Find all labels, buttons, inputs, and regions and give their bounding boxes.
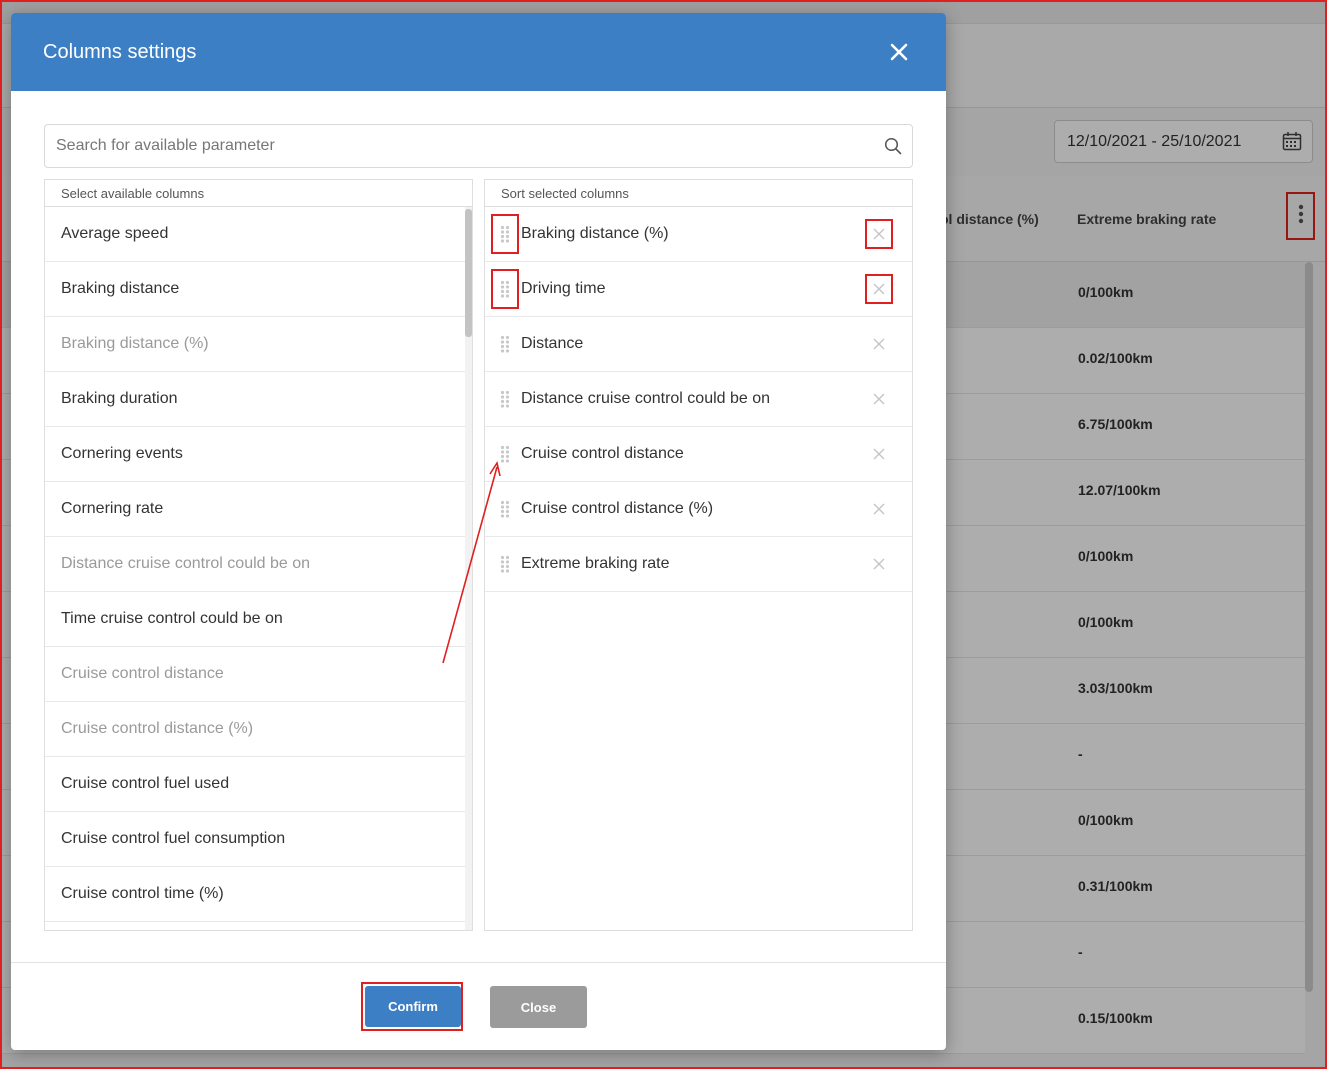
selected-column-item[interactable]: Driving time bbox=[485, 262, 912, 317]
remove-column-icon[interactable] bbox=[865, 549, 893, 579]
selected-columns-panel: Sort selected columns Braking distance (… bbox=[484, 179, 913, 931]
selected-column-label: Distance cruise control could be on bbox=[521, 390, 771, 407]
selected-column-item[interactable]: Distance bbox=[485, 317, 912, 372]
confirm-highlight: Confirm bbox=[361, 982, 463, 1031]
confirm-button[interactable]: Confirm bbox=[365, 986, 461, 1027]
selected-column-label: Extreme braking rate bbox=[521, 555, 670, 572]
selected-column-item[interactable]: Cruise control distance bbox=[485, 427, 912, 482]
columns-settings-dialog: Columns settings Select available column… bbox=[11, 13, 946, 1050]
selected-column-label: Driving time bbox=[521, 280, 606, 297]
available-column-item[interactable]: Braking duration bbox=[45, 372, 465, 427]
drag-handle-icon[interactable] bbox=[491, 434, 519, 474]
available-column-item[interactable]: Braking distance bbox=[45, 262, 465, 317]
available-column-item[interactable]: Time cruise control could be on bbox=[45, 592, 465, 647]
drag-handle-icon[interactable] bbox=[491, 379, 519, 419]
available-columns-header: Select available columns bbox=[45, 180, 472, 207]
drag-handle-icon[interactable] bbox=[491, 489, 519, 529]
selected-column-label: Distance bbox=[521, 335, 584, 352]
selected-column-item[interactable]: Cruise control distance (%) bbox=[485, 482, 912, 537]
available-column-item[interactable] bbox=[45, 922, 465, 930]
drag-handle-icon[interactable] bbox=[491, 544, 519, 584]
selected-column-label: Cruise control distance bbox=[521, 445, 684, 462]
selected-column-label: Cruise control distance (%) bbox=[521, 500, 714, 517]
dialog-title: Columns settings bbox=[43, 41, 197, 63]
available-column-item[interactable]: Braking distance (%) bbox=[45, 317, 465, 372]
available-column-item[interactable]: Cornering rate bbox=[45, 482, 465, 537]
footer-divider bbox=[11, 962, 946, 963]
search-icon[interactable] bbox=[884, 137, 902, 160]
available-column-item[interactable]: Cruise control fuel consumption bbox=[45, 812, 465, 867]
selected-column-item[interactable]: Distance cruise control could be on bbox=[485, 372, 912, 427]
remove-column-icon[interactable] bbox=[865, 494, 893, 524]
available-columns-panel: Select available columns Average speed Br… bbox=[44, 179, 473, 931]
remove-column-icon[interactable] bbox=[865, 329, 893, 359]
remove-column-icon[interactable] bbox=[865, 384, 893, 414]
drag-handle-icon[interactable] bbox=[491, 214, 519, 254]
available-column-item[interactable]: Cornering events bbox=[45, 427, 465, 482]
close-button[interactable]: Close bbox=[490, 986, 587, 1028]
selected-column-item[interactable]: Braking distance (%) bbox=[485, 207, 912, 262]
drag-handle-icon[interactable] bbox=[491, 324, 519, 364]
remove-column-icon[interactable] bbox=[865, 439, 893, 469]
available-columns-list: Average speed Braking distance Braking dis… bbox=[45, 207, 472, 930]
dialog-header: Columns settings bbox=[11, 13, 946, 91]
selected-column-label: Braking distance (%) bbox=[521, 225, 669, 242]
search-input[interactable] bbox=[45, 125, 865, 167]
list-scrollbar[interactable] bbox=[465, 207, 472, 930]
selected-columns-list: Braking distance (%) Driving time Distance… bbox=[485, 207, 912, 930]
available-column-item[interactable]: Cruise control distance bbox=[45, 647, 465, 702]
available-column-item[interactable]: Cruise control fuel used bbox=[45, 757, 465, 812]
remove-column-icon[interactable] bbox=[865, 219, 893, 249]
available-column-item[interactable]: Cruise control time (%) bbox=[45, 867, 465, 922]
scrollbar-thumb[interactable] bbox=[465, 209, 472, 337]
drag-handle-icon[interactable] bbox=[491, 269, 519, 309]
available-column-item[interactable]: Average speed bbox=[45, 207, 465, 262]
available-column-item[interactable]: Cruise control distance (%) bbox=[45, 702, 465, 757]
available-column-item[interactable]: Distance cruise control could be on bbox=[45, 537, 465, 592]
remove-column-icon[interactable] bbox=[865, 274, 893, 304]
selected-column-item[interactable]: Extreme braking rate bbox=[485, 537, 912, 592]
search-box bbox=[44, 124, 913, 168]
close-icon[interactable] bbox=[885, 38, 913, 66]
selected-columns-header: Sort selected columns bbox=[485, 180, 912, 207]
